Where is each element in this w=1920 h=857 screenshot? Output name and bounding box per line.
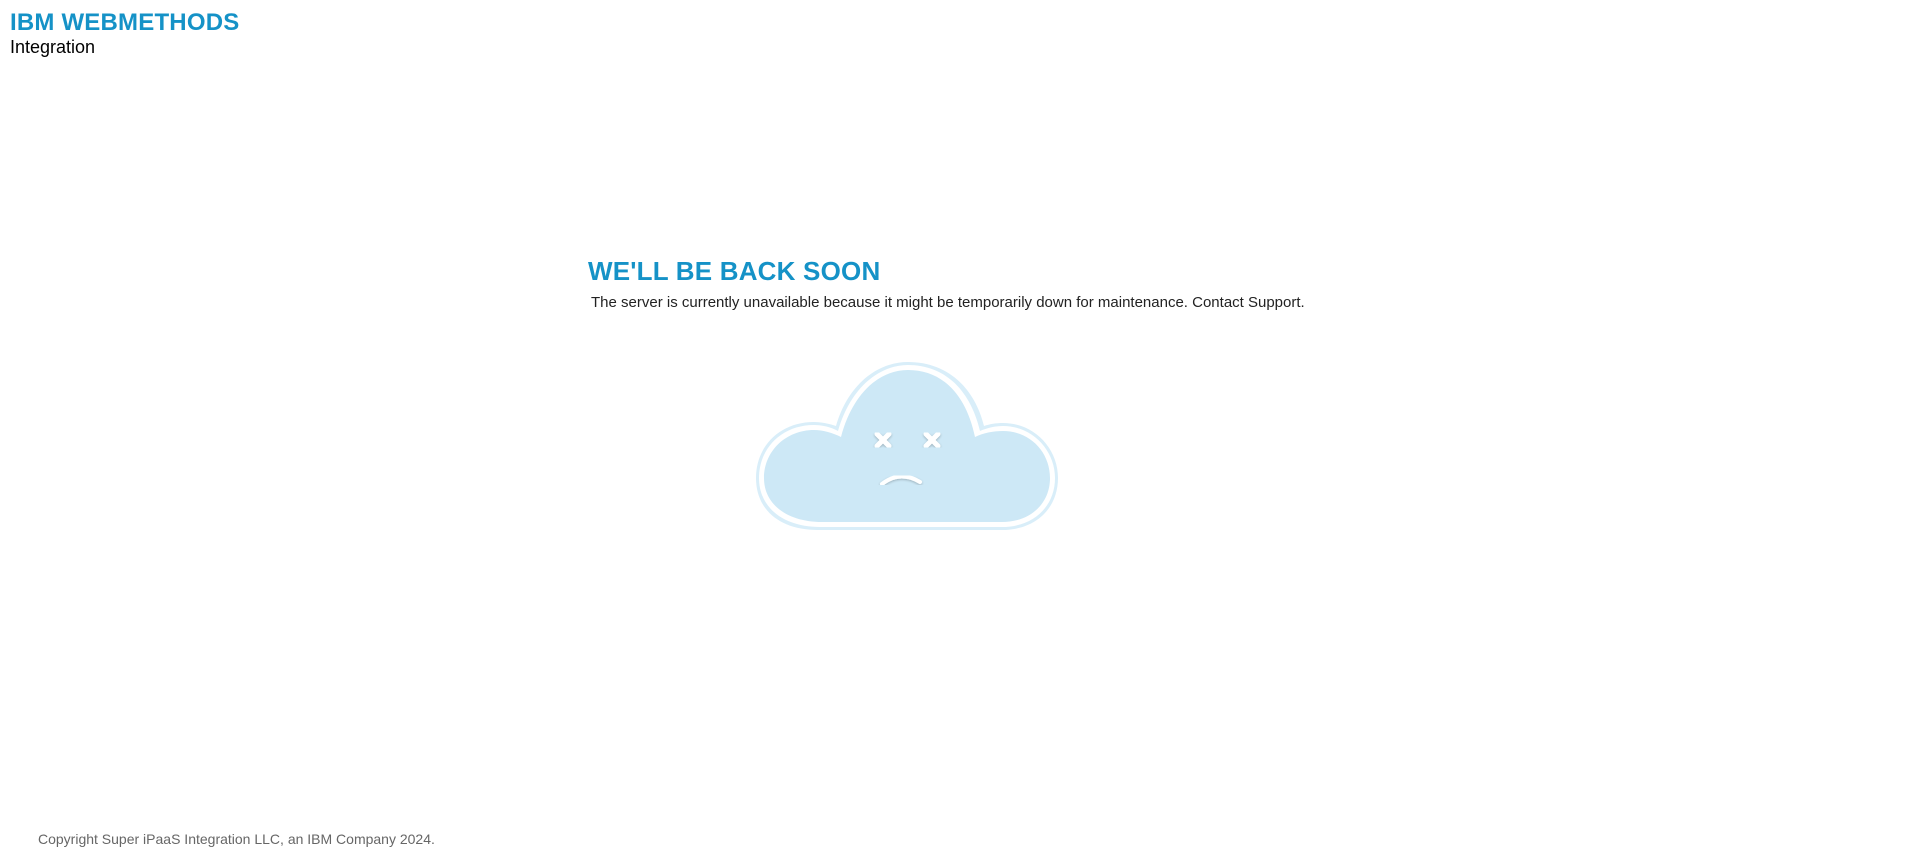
brand-title: IBM WEBMETHODS <box>10 9 240 36</box>
maintenance-message-section: WE'LL BE BACK SOON The server is current… <box>588 255 1348 312</box>
page-headline: WE'LL BE BACK SOON <box>588 256 881 286</box>
brand-header: IBM WEBMETHODS Integration <box>10 9 239 57</box>
sad-cloud-icon <box>756 362 1058 530</box>
sad-cloud-illustration <box>756 362 1058 532</box>
copyright-footer: Copyright Super iPaaS Integration LLC, a… <box>38 831 435 847</box>
maintenance-message: The server is currently unavailable beca… <box>591 294 1305 311</box>
brand-subtitle: Integration <box>10 37 96 57</box>
